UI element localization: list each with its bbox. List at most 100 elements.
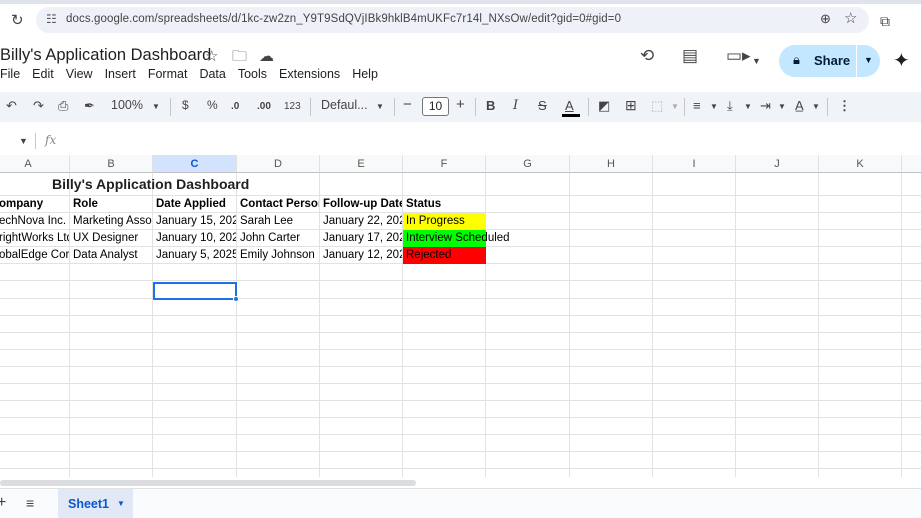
add-sheet-icon[interactable]: + xyxy=(0,494,6,512)
menu-format[interactable]: Format xyxy=(148,67,188,81)
zoom-dropdown-icon[interactable]: ▼ xyxy=(152,102,160,111)
cloud-status-icon[interactable]: ☁ xyxy=(259,47,286,65)
menu-data[interactable]: Data xyxy=(199,67,225,81)
column-header-l[interactable] xyxy=(902,155,921,173)
zoom-select[interactable]: 100% xyxy=(111,98,143,112)
text-wrapping-icon[interactable]: ⇥ xyxy=(760,98,771,114)
company-cell[interactable]: echNova Inc. xyxy=(0,213,69,230)
document-title[interactable]: Billy's Application Dashboard xyxy=(0,46,211,65)
sheet-tab-dropdown-icon[interactable]: ▼ xyxy=(117,499,125,508)
text-color-button[interactable]: A xyxy=(565,98,574,113)
more-options-icon[interactable]: ⋮ xyxy=(838,98,851,114)
follow-up-cell[interactable]: January 12, 202 xyxy=(320,247,402,264)
column-header-g[interactable]: G xyxy=(486,155,570,173)
redo-icon[interactable]: ↷ xyxy=(33,98,44,114)
print-icon[interactable]: ⎙ xyxy=(58,98,68,114)
decrease-font-size-icon[interactable]: − xyxy=(403,96,412,113)
paint-format-icon[interactable]: ✒ xyxy=(84,98,95,114)
vertical-align-icon[interactable]: ⤓ xyxy=(727,98,733,114)
fill-color-icon[interactable]: ◩ xyxy=(598,98,610,114)
reload-icon[interactable]: ↻ xyxy=(11,11,24,29)
column-header-b[interactable]: B xyxy=(70,155,153,173)
menu-extensions[interactable]: Extensions xyxy=(279,67,340,81)
increase-decimal-button[interactable]: .00 xyxy=(257,101,271,112)
strikethrough-button[interactable]: S xyxy=(538,98,547,113)
header-company-cell[interactable]: ompany xyxy=(0,196,69,213)
font-size-input[interactable]: 10 xyxy=(422,97,449,116)
header-contact-person-cell[interactable]: Contact Person xyxy=(237,196,319,213)
status-cell[interactable]: In Progress xyxy=(403,213,486,230)
menu-view[interactable]: View xyxy=(66,67,93,81)
follow-up-cell[interactable]: January 17, 202 xyxy=(320,230,402,247)
role-cell[interactable]: Data Analyst xyxy=(70,247,152,264)
zoom-icon[interactable]: ⊕ xyxy=(820,11,831,27)
column-header-h[interactable]: H xyxy=(570,155,653,173)
star-icon[interactable]: ☆ xyxy=(205,47,232,65)
horizontal-scrollbar[interactable] xyxy=(0,478,921,488)
dashboard-title-cell[interactable]: Billy's Application Dashboard xyxy=(52,176,249,192)
follow-up-cell[interactable]: January 22, 202 xyxy=(320,213,402,230)
share-button[interactable]: 🔒︎ Share ▼ xyxy=(779,45,880,77)
column-header-e[interactable]: E xyxy=(320,155,403,173)
valign-dropdown-icon[interactable]: ▼ xyxy=(744,102,752,111)
font-dropdown-icon[interactable]: ▼ xyxy=(376,102,384,111)
italic-button[interactable]: I xyxy=(513,98,518,113)
date-applied-cell[interactable]: January 15, 202 xyxy=(153,213,236,230)
share-dropdown-icon[interactable]: ▼ xyxy=(864,55,873,65)
company-cell[interactable]: obalEdge Cor xyxy=(0,247,69,264)
column-header-c[interactable]: C xyxy=(153,155,237,173)
extensions-icon[interactable]: ⧉ xyxy=(880,13,890,30)
column-header-d[interactable]: D xyxy=(237,155,320,173)
wrap-dropdown-icon[interactable]: ▼ xyxy=(778,102,786,111)
column-header-a[interactable]: A xyxy=(0,155,70,173)
all-sheets-icon[interactable]: ≡ xyxy=(26,495,34,511)
halign-dropdown-icon[interactable]: ▼ xyxy=(710,102,718,111)
company-cell[interactable]: rightWorks Ltd. xyxy=(0,230,69,247)
meet-dropdown-icon[interactable]: ▼ xyxy=(752,56,761,66)
comments-icon[interactable]: ▤ xyxy=(682,46,698,66)
column-header-i[interactable]: I xyxy=(653,155,736,173)
scrollbar-thumb[interactable] xyxy=(0,480,416,486)
decrease-decimal-button[interactable]: .0 xyxy=(231,101,239,112)
active-cell-selection[interactable] xyxy=(153,282,237,300)
bold-button[interactable]: B xyxy=(486,98,495,113)
menu-help[interactable]: Help xyxy=(352,67,378,81)
site-settings-icon[interactable]: ☷ xyxy=(46,12,57,26)
menu-tools[interactable]: Tools xyxy=(238,67,267,81)
currency-format-button[interactable]: $ xyxy=(182,98,189,112)
header-follow-up-date-cell[interactable]: Follow-up Date xyxy=(320,196,402,213)
url-text[interactable]: docs.google.com/spreadsheets/d/1kc-zw2zn… xyxy=(66,13,621,25)
rotation-dropdown-icon[interactable]: ▼ xyxy=(812,102,820,111)
header-role-cell[interactable]: Role xyxy=(70,196,152,213)
header-date-applied-cell[interactable]: Date Applied xyxy=(153,196,236,213)
spreadsheet-grid[interactable]: A B C D E F G H I J K Billy's Applicatio… xyxy=(0,155,921,477)
date-applied-cell[interactable]: January 10, 202 xyxy=(153,230,236,247)
gemini-sparkle-icon[interactable]: ✦ xyxy=(893,48,910,73)
borders-icon[interactable]: ⊞ xyxy=(625,97,637,114)
bookmark-star-icon[interactable]: ☆ xyxy=(844,9,857,27)
status-cell[interactable]: Rejected xyxy=(403,247,486,264)
fill-handle[interactable] xyxy=(233,296,239,302)
column-header-f[interactable]: F xyxy=(403,155,486,173)
text-rotation-icon[interactable]: A̲ xyxy=(795,98,804,113)
column-header-j[interactable]: J xyxy=(736,155,819,173)
menu-insert[interactable]: Insert xyxy=(105,67,136,81)
name-box-dropdown-icon[interactable]: ▼ xyxy=(19,136,28,146)
contact-cell[interactable]: Sarah Lee xyxy=(237,213,319,230)
undo-icon[interactable]: ↶ xyxy=(6,98,17,114)
status-cell[interactable]: Interview Scheduled xyxy=(403,230,510,247)
column-header-k[interactable]: K xyxy=(819,155,902,173)
contact-cell[interactable]: John Carter xyxy=(237,230,319,247)
horizontal-align-icon[interactable]: ≡ xyxy=(693,98,701,113)
percent-format-button[interactable]: % xyxy=(207,98,218,112)
meet-icon[interactable]: ▭▸ xyxy=(726,46,751,66)
date-applied-cell[interactable]: January 5, 2025 xyxy=(153,247,236,264)
url-field[interactable]: ☷ docs.google.com/spreadsheets/d/1kc-zw2… xyxy=(36,7,869,33)
merge-cells-icon[interactable]: ⬚ xyxy=(651,98,663,114)
role-cell[interactable]: Marketing Assoc xyxy=(70,213,152,230)
sheet-tab-sheet1[interactable]: Sheet1 ▼ xyxy=(58,489,133,518)
increase-font-size-icon[interactable]: + xyxy=(456,96,465,113)
menu-edit[interactable]: Edit xyxy=(32,67,54,81)
contact-cell[interactable]: Emily Johnson xyxy=(237,247,319,264)
version-history-icon[interactable]: ⟲ xyxy=(640,46,654,66)
